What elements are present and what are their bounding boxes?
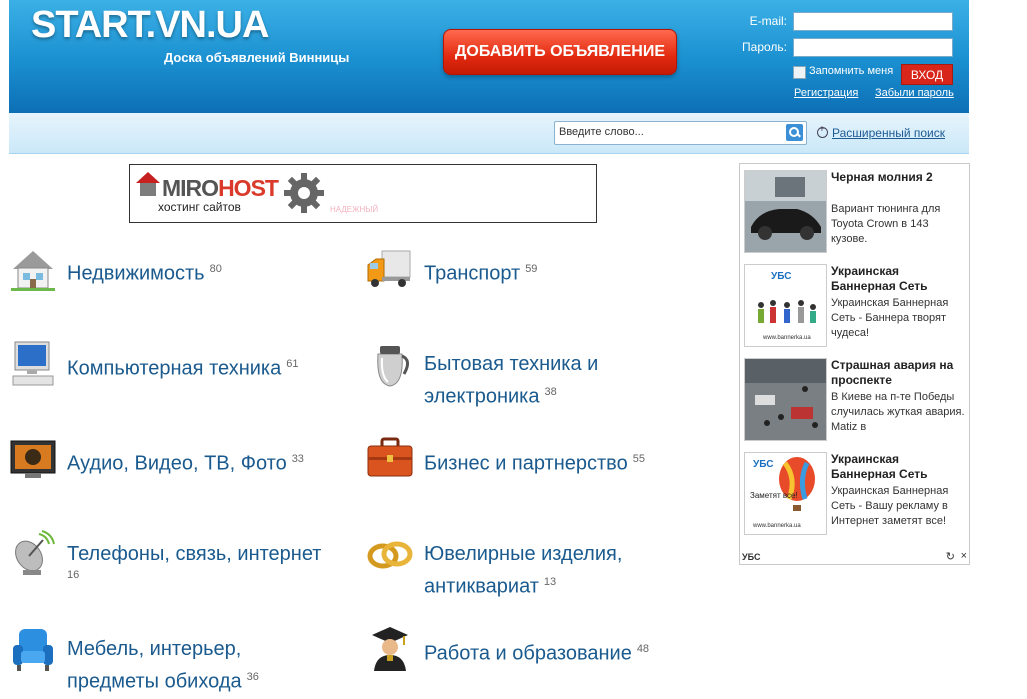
category-count: 33 bbox=[291, 453, 304, 465]
graduate-icon bbox=[372, 627, 408, 671]
balloon-thumbnail[interactable]: УБС Заметят все! www.bannerka.ua bbox=[744, 452, 827, 535]
login-button[interactable]: ВХОД bbox=[901, 64, 953, 85]
banner-brand: MIROHOST bbox=[162, 175, 279, 202]
close-icon[interactable]: × bbox=[961, 550, 967, 562]
sidebar-item-desc: Украинская Баннерная Сеть - Вашу рекламу… bbox=[831, 485, 949, 527]
sidebar-item-title[interactable]: Украинская Баннерная Сеть bbox=[831, 264, 966, 294]
zoom-plus-icon bbox=[817, 124, 828, 138]
ubs-logo: УБС bbox=[753, 459, 774, 470]
banner-tail-text: НАДЕЖНЫЙ bbox=[330, 205, 379, 214]
category-count: 61 bbox=[286, 358, 299, 370]
ubs-url: www.bannerka.ua bbox=[763, 335, 811, 341]
computer-icon bbox=[12, 341, 54, 386]
refresh-icon[interactable]: ↻ bbox=[946, 550, 955, 563]
email-field[interactable] bbox=[793, 12, 953, 31]
advanced-search-link[interactable]: Расширенный поиск bbox=[832, 126, 945, 140]
category-label-line2[interactable]: предметы обихода bbox=[67, 671, 242, 693]
car-thumbnail[interactable] bbox=[744, 170, 827, 253]
category-count: 16 bbox=[67, 569, 80, 581]
banner-subtitle: хостинг сайтов bbox=[158, 200, 241, 214]
email-label: E-mail: bbox=[749, 14, 787, 28]
sidebar-item[interactable]: УБС Заметят все! www.bannerka.ua Украинс… bbox=[744, 452, 966, 538]
kettle-icon bbox=[377, 346, 409, 387]
ubs-slogan: Заметят все! bbox=[750, 491, 798, 500]
briefcase-icon bbox=[367, 437, 413, 477]
satellite-icon bbox=[15, 530, 55, 575]
ubs-footer-logo[interactable]: УБС bbox=[742, 552, 760, 562]
category-label[interactable]: Ювелирные изделия, bbox=[424, 543, 622, 565]
car-image bbox=[745, 171, 826, 252]
mirohost-banner[interactable]: MIROHOST хостинг сайтов НАДЕЖНЫЙ bbox=[129, 164, 597, 223]
site-tagline: Доска объявлений Винницы bbox=[164, 50, 350, 65]
rings-icon bbox=[367, 541, 413, 569]
search-input[interactable]: Введите слово... bbox=[554, 121, 807, 145]
armchair-icon bbox=[13, 629, 53, 671]
password-field[interactable] bbox=[793, 38, 953, 57]
accident-image bbox=[745, 359, 826, 440]
forgot-password-link[interactable]: Забыли пароль bbox=[875, 87, 954, 99]
banner-brand-part-2: HOST bbox=[218, 175, 279, 201]
category-label[interactable]: Аудио, Видео, ТВ, Фото bbox=[67, 453, 287, 475]
site-logo[interactable]: START.VN.UA bbox=[31, 4, 269, 47]
sidebar-item-desc: Украинская Баннерная Сеть - Баннера твор… bbox=[831, 297, 949, 339]
password-label: Пароль: bbox=[742, 40, 787, 54]
house-icon bbox=[11, 251, 55, 291]
category-count: 36 bbox=[246, 671, 259, 683]
category-label[interactable]: Недвижимость bbox=[67, 263, 205, 285]
search-bar: Введите слово... Расширенный поиск bbox=[9, 113, 969, 154]
ubs-thumbnail[interactable]: УБС www.bannerka.ua bbox=[744, 264, 827, 347]
ubs-url: www.bannerka.ua bbox=[753, 523, 801, 529]
category-count: 80 bbox=[209, 263, 222, 275]
sidebar-item[interactable]: Страшная авария на проспекте В Киеве на … bbox=[744, 358, 966, 444]
gear-icon bbox=[284, 173, 324, 213]
category-count: 48 bbox=[636, 643, 650, 655]
category-label[interactable]: Компьютерная техника bbox=[67, 358, 281, 380]
truck-icon bbox=[367, 250, 411, 287]
category-label[interactable]: Работа и образование bbox=[424, 643, 632, 665]
category-count: 59 bbox=[525, 263, 538, 275]
category-count: 38 bbox=[544, 386, 557, 398]
banner-network-sidebar: Черная молния 2 Вариант тюнинга для Toyo… bbox=[739, 163, 970, 565]
remember-me-label: Запомнить меня bbox=[809, 65, 894, 77]
sidebar-item-desc: В Киеве на п-те Победы случилась жуткая … bbox=[831, 391, 965, 433]
sidebar-item-title[interactable]: Украинская Баннерная Сеть bbox=[831, 452, 966, 482]
sidebar-item[interactable]: УБС www.bannerka.ua Украинская Баннерная… bbox=[744, 264, 966, 350]
banner-brand-part-1: MIRO bbox=[162, 175, 219, 201]
category-count: 13 bbox=[543, 576, 557, 588]
sidebar-item-title[interactable]: Страшная авария на проспекте bbox=[831, 358, 966, 388]
sidebar-item[interactable]: Черная молния 2 Вариант тюнинга для Toyo… bbox=[744, 170, 966, 256]
register-link[interactable]: Регистрация bbox=[794, 87, 858, 99]
search-icon[interactable] bbox=[786, 124, 803, 141]
ubs-logo: УБС bbox=[771, 271, 792, 282]
category-label-line2[interactable]: электроника bbox=[424, 386, 539, 408]
category-label[interactable]: Телефоны, связь, интернет bbox=[67, 543, 321, 565]
category-label-line2[interactable]: антиквариат bbox=[424, 576, 539, 598]
sidebar-item-title[interactable]: Черная молния 2 bbox=[831, 170, 966, 185]
remember-me-checkbox[interactable] bbox=[793, 66, 806, 79]
category-label[interactable]: Транспорт bbox=[424, 263, 520, 285]
sidebar-item-desc: Вариант тюнинга для Toyota Crown в 143 к… bbox=[831, 203, 941, 245]
category-count: 55 bbox=[632, 453, 645, 465]
add-listing-button[interactable]: ДОБАВИТЬ ОБЪЯВЛЕНИЕ bbox=[443, 29, 677, 75]
site-header: START.VN.UA Доска объявлений Винницы ДОБ… bbox=[9, 0, 969, 113]
search-placeholder: Введите слово... bbox=[559, 126, 644, 138]
category-label[interactable]: Бытовая техника и bbox=[424, 353, 598, 375]
house-logo-body bbox=[140, 183, 156, 196]
category-label[interactable]: Мебель, интерьер, bbox=[67, 638, 241, 660]
house-logo-icon bbox=[136, 172, 160, 183]
category-label[interactable]: Бизнес и партнерство bbox=[424, 453, 628, 475]
tv-icon bbox=[10, 440, 56, 478]
accident-thumbnail[interactable] bbox=[744, 358, 827, 441]
sidebar-footer: УБС ↻ × bbox=[740, 550, 969, 564]
